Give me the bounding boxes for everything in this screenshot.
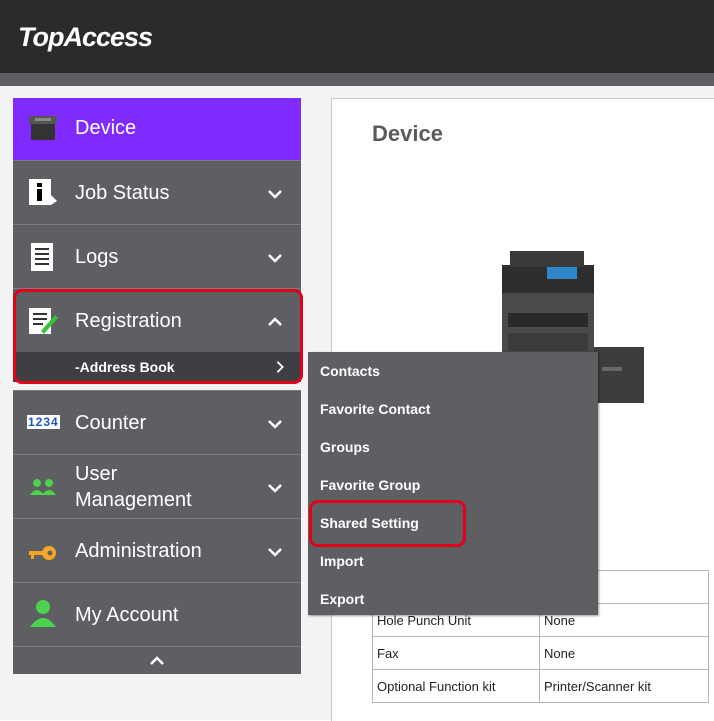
counter-icon: 1234	[27, 415, 60, 429]
table-cell: Printer/Scanner kit	[539, 669, 709, 703]
sidebar-item-my-account[interactable]: My Account	[13, 582, 301, 646]
sidebar-item-device[interactable]: Device	[13, 98, 301, 160]
table-cell: Optional Function kit	[372, 669, 540, 703]
table-cell: Fax	[372, 636, 540, 670]
key-icon	[29, 546, 56, 560]
device-icon	[29, 116, 57, 140]
sidebar-item-label: Job Status	[75, 182, 170, 204]
flyout-item-contacts[interactable]: Contacts	[320, 363, 380, 379]
table-row: Optional Function kit Printer/Scanner ki…	[372, 669, 709, 703]
user-icon	[30, 600, 56, 627]
chevron-down-icon	[268, 484, 282, 493]
sidebar-item-user-management[interactable]: User Management	[13, 454, 301, 518]
sidebar-item-label: User	[75, 463, 118, 485]
app-logo: TopAccess	[18, 22, 153, 52]
table-cell: None	[539, 636, 709, 670]
sidebar-item-label: Administration	[75, 540, 202, 562]
sidebar-item-logs[interactable]: Logs	[13, 224, 301, 288]
registration-highlight	[13, 289, 303, 384]
top-bar: TopAccess	[0, 0, 714, 73]
sidebar-item-job-status[interactable]: Job Status	[13, 160, 301, 224]
collapse-sidebar-button[interactable]	[13, 646, 301, 674]
page-title: Device	[372, 121, 443, 146]
sub-bar	[0, 73, 714, 86]
sidebar-item-label: Logs	[75, 246, 119, 268]
flyout-item-favorite-contact[interactable]: Favorite Contact	[320, 401, 430, 417]
flyout-item-import[interactable]: Import	[320, 553, 364, 569]
sidebar-item-administration[interactable]: Administration	[13, 518, 301, 582]
shared-setting-highlight	[309, 500, 466, 547]
flyout-item-groups[interactable]: Groups	[320, 439, 370, 455]
chevron-up-icon	[150, 656, 164, 665]
logs-icon	[31, 243, 53, 271]
flyout-item-favorite-group[interactable]: Favorite Group	[320, 477, 420, 493]
chevron-down-icon	[268, 420, 282, 429]
sidebar-item-label: Counter	[75, 412, 147, 434]
sidebar: Device Job Status Logs Registration -Add…	[13, 98, 301, 678]
users-icon	[30, 479, 56, 495]
flyout-item-export[interactable]: Export	[320, 591, 364, 607]
chevron-down-icon	[268, 548, 282, 557]
sidebar-item-label: My Account	[75, 604, 179, 626]
table-row: Fax None	[372, 636, 709, 670]
address-book-flyout-menu: Contacts Favorite Contact Groups Favorit…	[308, 352, 598, 615]
sidebar-item-label: Management	[75, 489, 192, 511]
info-icon	[29, 179, 57, 205]
chevron-down-icon	[268, 254, 282, 263]
chevron-down-icon	[268, 190, 282, 199]
sidebar-item-label: Device	[75, 117, 137, 139]
sidebar-item-counter[interactable]: 1234 Counter	[13, 390, 301, 454]
